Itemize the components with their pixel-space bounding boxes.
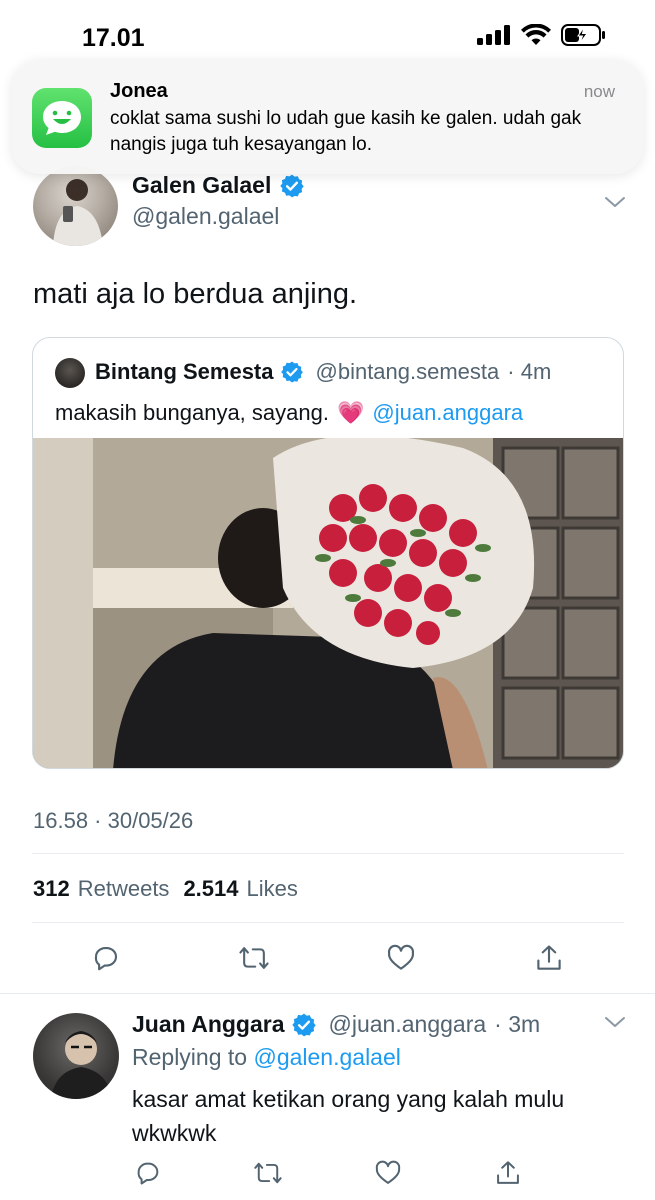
like-button[interactable] bbox=[370, 1155, 406, 1191]
reply-text: kasar amat ketikan orang yang kalah mulu… bbox=[132, 1086, 565, 1146]
replying-to: Replying to @galen.galael bbox=[132, 1044, 401, 1071]
reply-author-handle[interactable]: @juan.anggara bbox=[329, 1011, 487, 1038]
reply-icon bbox=[137, 1162, 159, 1185]
reply-actions bbox=[0, 1155, 655, 1191]
author-name-row[interactable]: Galen Galael bbox=[132, 172, 305, 199]
quoted-photo[interactable] bbox=[33, 438, 623, 768]
verified-badge-icon bbox=[291, 1013, 316, 1036]
like-button[interactable] bbox=[383, 940, 419, 976]
tweet-stats: 312 Retweets 2.514 Likes bbox=[33, 876, 298, 902]
quoted-tweet[interactable]: Bintang Semesta @bintang.semesta · 4m ma… bbox=[32, 337, 624, 769]
cellular-signal-icon bbox=[477, 25, 510, 45]
like-count[interactable]: 2.514 bbox=[183, 876, 238, 902]
notification-banner[interactable]: Jonea now coklat sama sushi lo udah gue … bbox=[12, 60, 643, 174]
quoted-author-avatar[interactable] bbox=[55, 358, 85, 388]
author-name[interactable]: Galen Galael bbox=[132, 172, 271, 199]
retweet-icon bbox=[254, 1162, 282, 1184]
retweets-label[interactable]: Retweets bbox=[78, 876, 170, 902]
quoted-author-name[interactable]: Bintang Semesta bbox=[95, 359, 274, 385]
author-handle[interactable]: @galen.galael bbox=[132, 203, 279, 230]
divider bbox=[0, 993, 655, 994]
notification-body: coklat sama sushi lo udah gue kasih ke g… bbox=[110, 108, 582, 155]
status-icons bbox=[477, 24, 607, 46]
tweet-actions bbox=[0, 940, 655, 980]
notification-time: now bbox=[583, 82, 615, 101]
tweet-text: mati aja lo berdua anjing. bbox=[33, 278, 358, 310]
reply-age: · 3m bbox=[494, 1011, 541, 1037]
retweet-count[interactable]: 312 bbox=[33, 876, 70, 902]
reply-author-avatar[interactable] bbox=[33, 1013, 119, 1099]
status-bar: 17.01 bbox=[0, 0, 655, 60]
reply-button[interactable] bbox=[130, 1155, 166, 1191]
share-icon bbox=[537, 945, 561, 970]
reply-author-name[interactable]: Juan Anggara bbox=[132, 1011, 285, 1038]
chat-bubble-icon bbox=[32, 88, 92, 148]
reply-icon bbox=[94, 946, 118, 971]
quoted-mention-link[interactable]: @juan.anggara bbox=[372, 400, 523, 426]
wifi-icon bbox=[521, 24, 551, 45]
quoted-text: makasih bunganya, sayang. bbox=[55, 400, 329, 425]
heart-icon bbox=[375, 1160, 401, 1184]
retweet-icon bbox=[239, 947, 269, 969]
divider bbox=[32, 922, 624, 923]
quoted-text-row: makasih bunganya, sayang. 💗 @juan.anggar… bbox=[55, 400, 523, 426]
reply-header: Juan Anggara @juan.anggara · 3m bbox=[132, 1011, 540, 1038]
author-avatar[interactable] bbox=[33, 166, 118, 246]
chevron-down-icon[interactable] bbox=[604, 195, 626, 209]
heart-emoji: 💗 bbox=[336, 400, 365, 425]
quoted-author-handle[interactable]: @bintang.semesta bbox=[316, 359, 500, 385]
quoted-header: Bintang Semesta @bintang.semesta · 4m bbox=[95, 359, 551, 385]
replying-to-label: Replying to bbox=[132, 1044, 248, 1070]
verified-badge-icon bbox=[280, 361, 303, 383]
retweet-button[interactable] bbox=[236, 940, 272, 976]
replying-to-link[interactable]: @galen.galael bbox=[253, 1044, 400, 1070]
quoted-age: · 4m bbox=[507, 359, 552, 384]
heart-icon bbox=[387, 944, 415, 970]
reply-button[interactable] bbox=[88, 940, 124, 976]
tweet-timestamp: 16.58 · 30/05/26 bbox=[33, 808, 194, 833]
status-time: 17.01 bbox=[82, 24, 145, 52]
likes-label[interactable]: Likes bbox=[247, 876, 298, 902]
chevron-down-icon[interactable] bbox=[604, 1015, 626, 1029]
divider bbox=[32, 853, 624, 854]
retweet-button[interactable] bbox=[250, 1155, 286, 1191]
battery-charging-icon bbox=[561, 24, 605, 46]
notification-app-name: Jonea bbox=[110, 80, 168, 102]
verified-badge-icon bbox=[280, 174, 305, 197]
share-button[interactable] bbox=[531, 940, 567, 976]
share-icon bbox=[497, 1161, 519, 1184]
share-button[interactable] bbox=[490, 1155, 526, 1191]
